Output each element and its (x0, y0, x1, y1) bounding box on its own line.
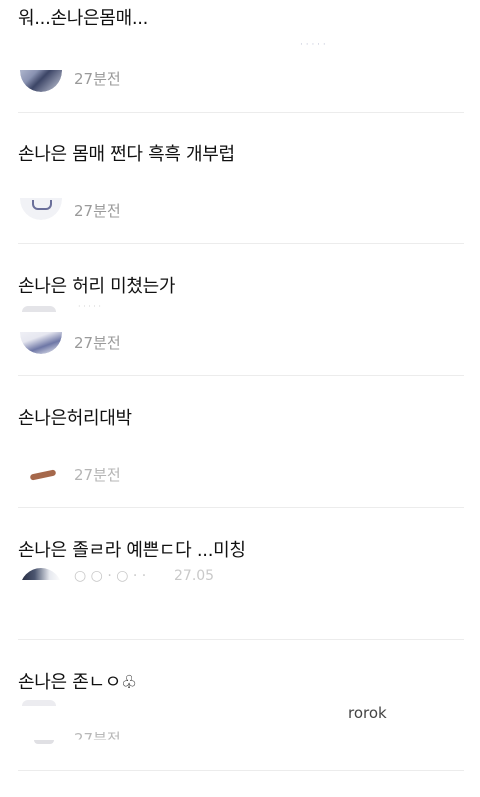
divider (18, 639, 464, 640)
divider (18, 770, 464, 771)
divider (18, 507, 464, 508)
comment-timestamp: 27분전 (74, 334, 121, 352)
comment-meta-faded: · · · · · (78, 302, 101, 311)
comment-item: 손나은허리대박 27분전 (0, 400, 480, 532)
comment-meta-faded: · · · · · (300, 40, 326, 50)
avatar[interactable] (20, 70, 62, 92)
avatar[interactable] (20, 198, 62, 220)
comment-text: 손나은 몸매 쩐다 흑흑 개부럽 (18, 144, 235, 165)
comment-text: 워...손나은몸매... (18, 8, 149, 29)
comment-item: 손나은 졸ㄹ라 예쁜ㄷ다 ...미칭 ○ ○ · ○ · · 27.05 (0, 532, 480, 664)
comment-meta-faded: ○ ○ · ○ · · (74, 568, 147, 584)
avatar-faded (22, 306, 56, 312)
comment-text: 손나은허리대박 (18, 408, 132, 429)
comment-meta-faded: 27.05 (174, 568, 215, 584)
comment-item: 손나은 존ㄴㅇ♧ rorok 27분전 (0, 664, 480, 796)
comment-timestamp: 27분전 (74, 466, 121, 484)
comment-text: 손나은 허리 미쳤는가 (18, 276, 176, 297)
comment-timestamp: 27분전 (74, 202, 121, 220)
avatar-faded (34, 740, 54, 744)
avatar-faded (22, 700, 56, 706)
divider (18, 243, 464, 244)
comment-item: 손나은 몸매 쩐다 흑흑 개부럽 27분전 (0, 136, 480, 268)
comment-item: 손나은 허리 미쳤는가 · · · · · 27분전 (0, 268, 480, 400)
avatar[interactable] (20, 332, 62, 354)
avatar[interactable] (20, 568, 62, 580)
divider (18, 375, 464, 376)
avatar[interactable] (20, 464, 62, 486)
comment-timestamp: 27분전 (74, 70, 121, 88)
comment-timestamp: 27분전 (74, 730, 121, 748)
comment-meta-faded: rorok (348, 704, 387, 722)
comment-text: 손나은 졸ㄹ라 예쁜ㄷ다 ...미칭 (18, 540, 246, 561)
divider (18, 112, 464, 113)
comment-text: 손나은 존ㄴㅇ♧ (18, 672, 137, 693)
